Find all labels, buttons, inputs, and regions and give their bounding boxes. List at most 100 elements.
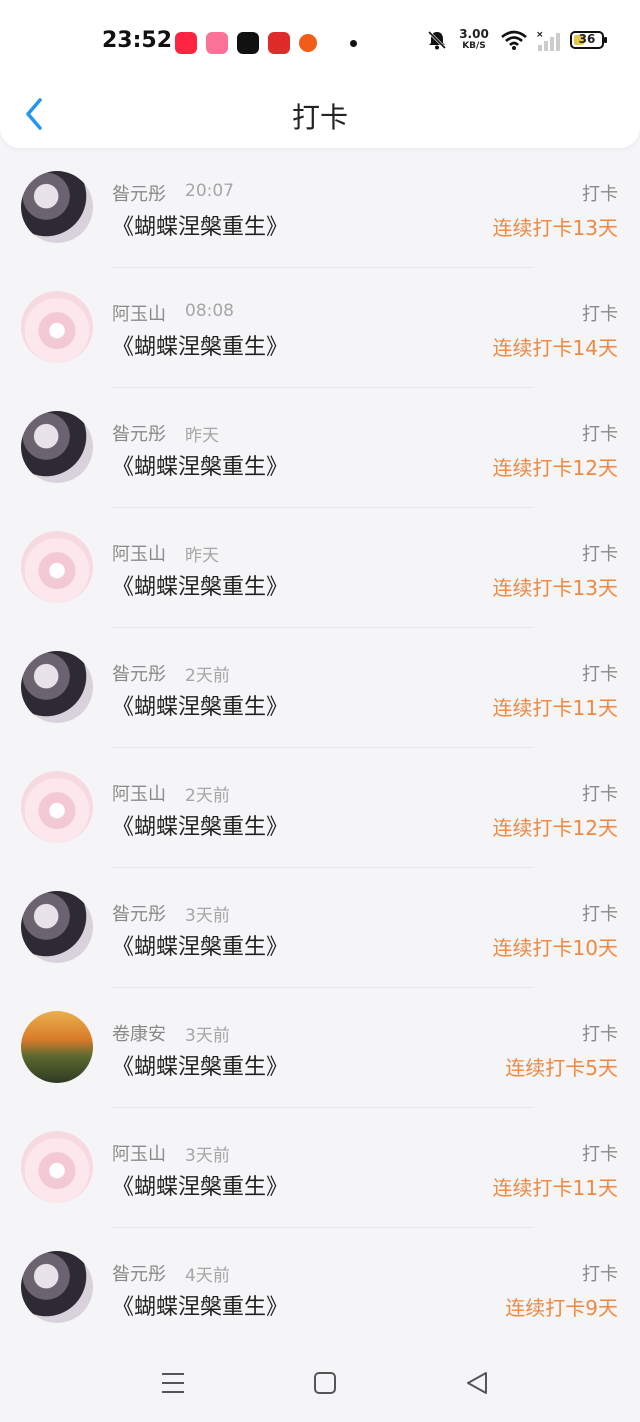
battery-level: 36: [578, 32, 596, 46]
streak-label: 连续打卡13天: [492, 216, 618, 240]
battery-icon: 36: [570, 31, 607, 49]
more-notifications-dot-icon: [350, 39, 357, 47]
avatar[interactable]: [21, 1251, 93, 1323]
list-item[interactable]: 阿玉山 3天前 《蝴蝶涅槃重生》 打卡 连续打卡11天: [0, 1112, 640, 1232]
book-title[interactable]: 《蝴蝶涅槃重生》: [112, 689, 288, 721]
list-item[interactable]: 昝元彤 2天前 《蝴蝶涅槃重生》 打卡 连续打卡11天: [0, 632, 640, 752]
book-title[interactable]: 《蝴蝶涅槃重生》: [112, 1289, 288, 1321]
signal-icon: ×: [536, 30, 560, 51]
list-item[interactable]: 昝元彤 4天前 《蝴蝶涅槃重生》 打卡 连续打卡9天: [0, 1232, 640, 1352]
list-item[interactable]: 阿玉山 昨天 《蝴蝶涅槃重生》 打卡 连续打卡13天: [0, 512, 640, 632]
mute-bell-icon: [427, 30, 447, 50]
post-time: 昨天: [185, 426, 219, 446]
avatar[interactable]: [21, 891, 93, 963]
user-name[interactable]: 昝元彤: [112, 180, 166, 206]
list-item[interactable]: 阿玉山 08:08 《蝴蝶涅槃重生》 打卡 连续打卡14天: [0, 272, 640, 392]
streak-label: 连续打卡10天: [492, 936, 618, 960]
user-name[interactable]: 阿玉山: [112, 300, 166, 326]
user-name[interactable]: 昝元彤: [112, 1260, 166, 1286]
checkin-tag: 打卡: [582, 1024, 618, 1045]
checkin-tag: 打卡: [582, 1264, 618, 1285]
divider: [112, 1227, 532, 1228]
page-title: 打卡: [291, 101, 348, 134]
checkin-tag: 打卡: [582, 1144, 618, 1165]
book-title[interactable]: 《蝴蝶涅槃重生》: [112, 569, 288, 601]
toutiao-app-icon: [268, 32, 290, 54]
avatar[interactable]: [21, 651, 93, 723]
checkin-tag: 打卡: [582, 424, 618, 445]
list-item[interactable]: 卷康安 3天前 《蝴蝶涅槃重生》 打卡 连续打卡5天: [0, 992, 640, 1112]
network-speed: 3.00 KB/S: [459, 27, 489, 51]
streak-label: 连续打卡11天: [492, 696, 618, 720]
post-time: 3天前: [185, 1146, 230, 1166]
bilibili-app-icon: [206, 32, 228, 54]
notification-icons: [175, 32, 357, 54]
divider: [112, 747, 532, 748]
post-time: 2天前: [185, 786, 230, 806]
divider: [112, 507, 532, 508]
streak-label: 连续打卡5天: [505, 1056, 618, 1080]
back-triangle-icon[interactable]: [464, 1369, 492, 1397]
post-time: 20:07: [185, 181, 234, 201]
avatar[interactable]: [21, 291, 93, 363]
post-time: 3天前: [185, 906, 230, 926]
menu-icon[interactable]: [159, 1369, 187, 1397]
avatar[interactable]: [21, 531, 93, 603]
status-time: 23:52: [102, 28, 173, 53]
checkin-tag: 打卡: [582, 904, 618, 925]
user-name[interactable]: 昝元彤: [112, 420, 166, 446]
divider: [112, 987, 532, 988]
wifi-icon: [501, 30, 527, 50]
avatar[interactable]: [21, 1011, 93, 1083]
streak-label: 连续打卡13天: [492, 576, 618, 600]
streak-label: 连续打卡9天: [505, 1296, 618, 1320]
checkin-tag: 打卡: [582, 664, 618, 685]
svg-text:×: ×: [536, 30, 544, 40]
home-icon[interactable]: [311, 1369, 339, 1397]
streak-label: 连续打卡12天: [492, 456, 618, 480]
list-item[interactable]: 昝元彤 20:07 《蝴蝶涅槃重生》 打卡 连续打卡13天: [0, 152, 640, 272]
divider: [112, 867, 532, 868]
list-item[interactable]: 阿玉山 2天前 《蝴蝶涅槃重生》 打卡 连续打卡12天: [0, 752, 640, 872]
book-title[interactable]: 《蝴蝶涅槃重生》: [112, 809, 288, 841]
divider: [112, 627, 532, 628]
post-time: 3天前: [185, 1026, 230, 1046]
tiktok-app-icon: [237, 32, 259, 54]
avatar[interactable]: [21, 171, 93, 243]
divider: [112, 267, 532, 268]
user-name[interactable]: 阿玉山: [112, 540, 166, 566]
book-title[interactable]: 《蝴蝶涅槃重生》: [112, 209, 288, 241]
list-item[interactable]: 昝元彤 3天前 《蝴蝶涅槃重生》 打卡 连续打卡10天: [0, 872, 640, 992]
system-nav-bar: [0, 1355, 640, 1422]
user-name[interactable]: 阿玉山: [112, 1140, 166, 1166]
list-item[interactable]: 昝元彤 昨天 《蝴蝶涅槃重生》 打卡 连续打卡12天: [0, 392, 640, 512]
book-title[interactable]: 《蝴蝶涅槃重生》: [112, 929, 288, 961]
post-time: 昨天: [185, 546, 219, 566]
post-time: 2天前: [185, 666, 230, 686]
user-name[interactable]: 昝元彤: [112, 660, 166, 686]
checkin-tag: 打卡: [582, 544, 618, 565]
divider: [112, 1107, 532, 1108]
streak-label: 连续打卡12天: [492, 816, 618, 840]
book-title[interactable]: 《蝴蝶涅槃重生》: [112, 1169, 288, 1201]
streak-label: 连续打卡11天: [492, 1176, 618, 1200]
user-name[interactable]: 卷康安: [112, 1020, 166, 1046]
checkin-list: 昝元彤 20:07 《蝴蝶涅槃重生》 打卡 连续打卡13天 阿玉山 08:08 …: [0, 152, 640, 1352]
app-header: 打卡: [0, 86, 640, 148]
browser-app-icon: [299, 34, 317, 52]
checkin-tag: 打卡: [582, 184, 618, 205]
post-time: 4天前: [185, 1266, 230, 1286]
xiaohongshu-app-icon: [175, 32, 197, 54]
avatar[interactable]: [21, 1131, 93, 1203]
book-title[interactable]: 《蝴蝶涅槃重生》: [112, 329, 288, 361]
status-bar: 23:52 3.00 KB/S × 36: [0, 0, 640, 86]
post-time: 08:08: [185, 301, 234, 321]
book-title[interactable]: 《蝴蝶涅槃重生》: [112, 1049, 288, 1081]
avatar[interactable]: [21, 411, 93, 483]
book-title[interactable]: 《蝴蝶涅槃重生》: [112, 449, 288, 481]
avatar[interactable]: [21, 771, 93, 843]
streak-label: 连续打卡14天: [492, 336, 618, 360]
checkin-tag: 打卡: [582, 304, 618, 325]
user-name[interactable]: 昝元彤: [112, 900, 166, 926]
user-name[interactable]: 阿玉山: [112, 780, 166, 806]
